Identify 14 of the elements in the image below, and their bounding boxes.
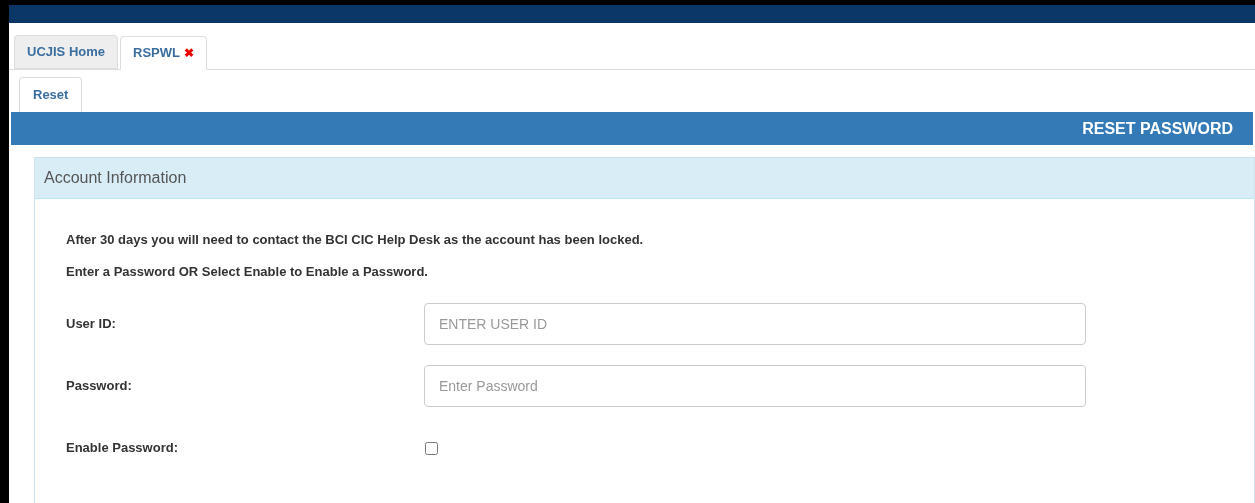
- panel-header: Account Information: [35, 158, 1254, 199]
- input-field[interactable]: ENTER USER ID: [424, 303, 1086, 345]
- tab[interactable]: UCJIS Home: [14, 35, 119, 69]
- banner-title: RESET PASSWORD: [1082, 118, 1233, 139]
- field-label: Enable Password:: [66, 439, 179, 458]
- field-label: Password:: [66, 377, 133, 396]
- close-icon[interactable]: ✖: [184, 44, 194, 62]
- tab[interactable]: RSPWL ✖: [120, 36, 207, 70]
- subtab[interactable]: Reset: [19, 77, 83, 112]
- input-field[interactable]: Enter Password: [424, 365, 1086, 407]
- checkbox[interactable]: [425, 441, 438, 455]
- field-label: User ID:: [66, 315, 117, 334]
- instruction-text: After 30 days you will need to contact the BCI CIC Help Desk as the account has been locked.: [66, 231, 645, 250]
- instruction-text: Enter a Password OR Select Enable to Enable a Password.: [66, 263, 429, 282]
